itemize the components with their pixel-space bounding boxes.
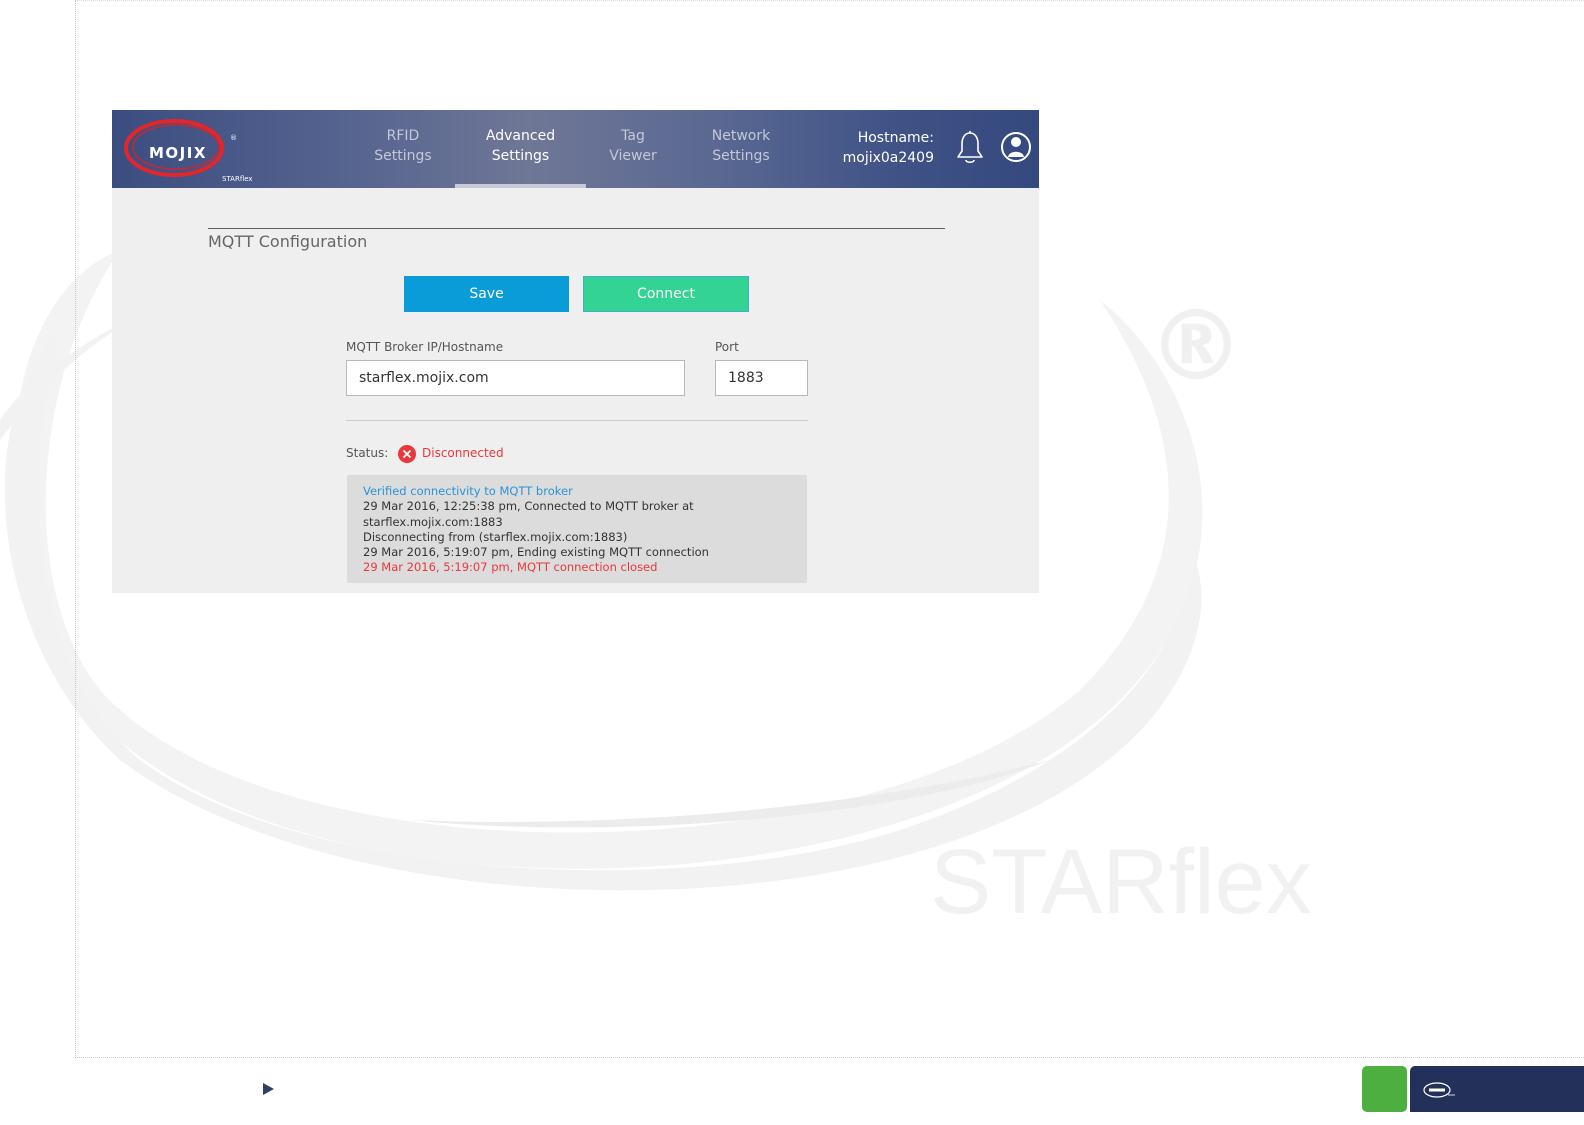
- hostname-label: Hostname:: [857, 130, 934, 146]
- save-button[interactable]: Save: [404, 276, 569, 312]
- broker-hostname-input[interactable]: [346, 360, 685, 396]
- port-input[interactable]: [715, 360, 808, 396]
- nav-rfid-settings[interactable]: RFID Settings: [366, 126, 440, 188]
- log-line: 29 Mar 2016, 12:25:38 pm, Connected to M…: [363, 499, 694, 514]
- mini-mojix-logo-icon: [1423, 1082, 1455, 1098]
- port-label: Port: [715, 340, 739, 354]
- watermark-registered-mark: ®: [1148, 290, 1244, 402]
- logo-registered-mark: ®: [230, 134, 237, 142]
- nav-network-settings[interactable]: Network Settings: [701, 126, 781, 188]
- section-divider: [208, 228, 945, 229]
- play-icon[interactable]: [263, 1083, 274, 1095]
- top-navbar: MOJIX ® STARflex RFID Settings Advanced …: [112, 110, 1039, 188]
- logo-brand-text: MOJIX: [149, 144, 207, 162]
- error-x-icon: [398, 445, 416, 463]
- section-title: MQTT Configuration: [208, 232, 368, 251]
- hostname-value: mojix0a2409: [842, 150, 934, 166]
- connect-button[interactable]: Connect: [583, 276, 749, 312]
- nav-tag-viewer[interactable]: Tag Viewer: [600, 126, 666, 188]
- form-divider: [346, 420, 808, 421]
- footer-green-block: [1362, 1066, 1407, 1112]
- app-window: MOJIX ® STARflex RFID Settings Advanced …: [112, 110, 1039, 593]
- footer-navy-block: [1410, 1066, 1584, 1112]
- log-line: 29 Mar 2016, 5:19:07 pm, Ending existing…: [363, 545, 709, 560]
- nav-advanced-settings[interactable]: Advanced Settings: [455, 126, 586, 188]
- log-line: Disconnecting from (starflex.mojix.com:1…: [363, 529, 628, 544]
- log-line: 29 Mar 2016, 5:19:07 pm, MQTT connection…: [363, 560, 658, 575]
- broker-label: MQTT Broker IP/Hostname: [346, 340, 504, 354]
- user-icon[interactable]: [1000, 130, 1032, 164]
- log-line: Verified connectivity to MQTT broker: [363, 484, 573, 498]
- logo-sub-text: STARflex: [222, 175, 253, 183]
- connection-log: Verified connectivity to MQTT broker 29 …: [347, 475, 807, 583]
- hostname-display: Hostname: mojix0a2409: [834, 128, 934, 168]
- mojix-logo[interactable]: MOJIX ® STARflex: [122, 118, 253, 183]
- status-label: Status:: [346, 446, 389, 460]
- status-value: Disconnected: [422, 446, 504, 460]
- bell-icon[interactable]: [955, 130, 985, 166]
- watermark-starflex: STARflex: [930, 831, 1312, 933]
- log-line: starflex.mojix.com:1883: [363, 514, 503, 529]
